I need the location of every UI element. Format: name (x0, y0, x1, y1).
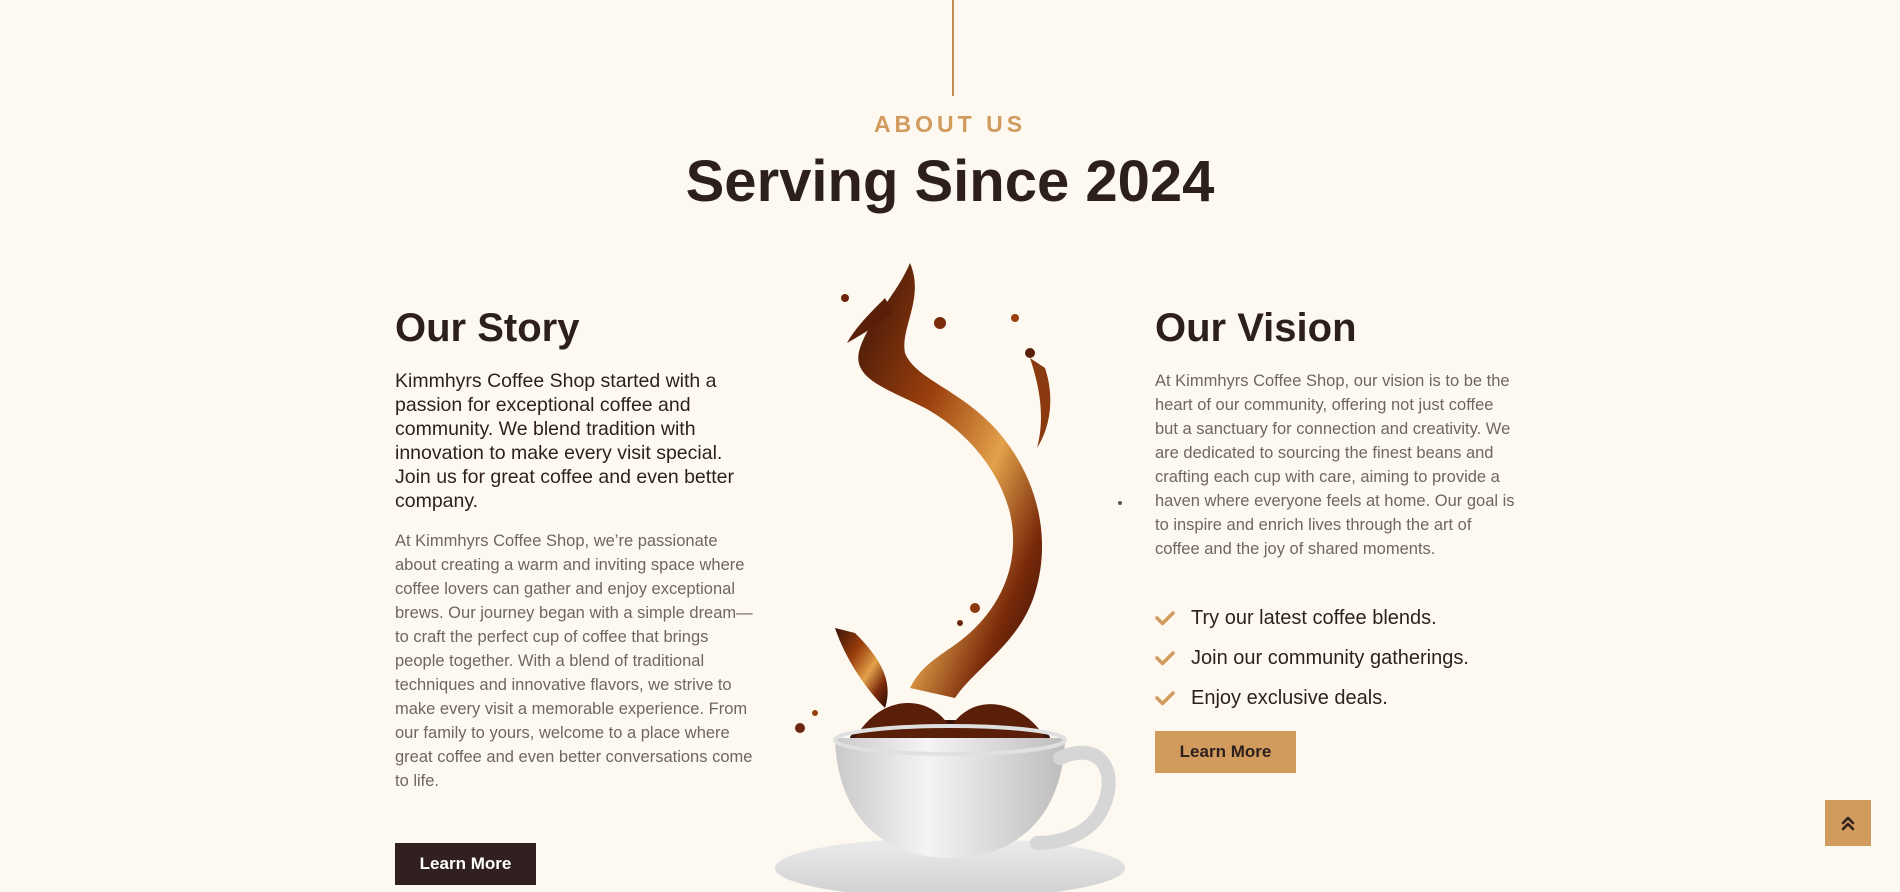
section-eyebrow: ABOUT US (873, 111, 1027, 137)
our-story-body: At Kimmhyrs Coffee Shop, we’re passionat… (395, 532, 753, 790)
page-title: Serving Since 2024 (685, 149, 1215, 214)
story-learn-more-button[interactable]: Learn More (395, 843, 536, 885)
coffee-splash-image (775, 258, 1125, 892)
vision-learn-more-button[interactable]: Learn More (1155, 731, 1296, 773)
list-item: Try our latest coffee blends. (1155, 598, 1469, 638)
list-item: Enjoy exclusive deals. (1155, 678, 1469, 718)
vision-checklist: Try our latest coffee blends. Join our c… (1155, 598, 1469, 718)
check-icon (1155, 650, 1175, 666)
checklist-item-label: Enjoy exclusive deals. (1191, 686, 1388, 709)
our-vision-body: At Kimmhyrs Coffee Shop, our vision is t… (1155, 372, 1515, 558)
our-story-column: Our Story Kimmhyrs Coffee Shop started w… (395, 306, 755, 793)
double-chevron-up-icon (1840, 814, 1856, 832)
our-vision-column: Our Vision At Kimmhyrs Coffee Shop, our … (1155, 306, 1515, 561)
checklist-item-label: Try our latest coffee blends. (1191, 606, 1437, 629)
top-divider-line (952, 0, 954, 96)
checklist-item-label: Join our community gatherings. (1191, 646, 1469, 669)
check-icon (1155, 690, 1175, 706)
scroll-to-top-button[interactable] (1825, 800, 1871, 846)
list-item: Join our community gatherings. (1155, 638, 1469, 678)
our-story-lead: Kimmhyrs Coffee Shop started with a pass… (395, 370, 734, 512)
our-story-title: Our Story (395, 306, 580, 350)
our-vision-title: Our Vision (1155, 306, 1357, 350)
check-icon (1155, 610, 1175, 626)
